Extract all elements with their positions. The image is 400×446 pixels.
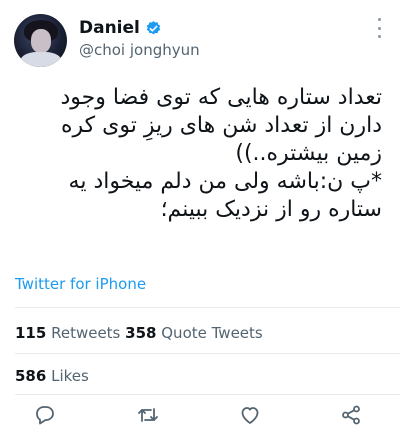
tweet-text: تعداد ستاره هایی که توی فضا وجود دارن از… bbox=[60, 85, 382, 222]
name-row[interactable]: Daniel bbox=[79, 18, 162, 38]
like-icon[interactable] bbox=[238, 403, 262, 427]
avatar-body bbox=[20, 52, 62, 67]
tweet-source-link[interactable]: Twitter for iPhone bbox=[15, 275, 146, 293]
share-icon[interactable] bbox=[339, 403, 363, 427]
quotes-count[interactable]: 358 bbox=[125, 324, 156, 342]
more-options-icon[interactable] bbox=[376, 18, 382, 38]
likes-label: Likes bbox=[51, 367, 89, 385]
retweets-count: 115 bbox=[15, 324, 47, 342]
verified-badge-icon bbox=[146, 20, 161, 34]
likes-stats[interactable]: 586 Likes bbox=[15, 367, 89, 385]
avatar[interactable] bbox=[14, 14, 67, 67]
likes-count: 586 bbox=[15, 367, 47, 385]
divider bbox=[15, 307, 400, 308]
retweet-stats[interactable]: 115 Retweets 358 Quote Tweets bbox=[15, 324, 263, 342]
divider bbox=[15, 353, 400, 354]
retweet-icon[interactable] bbox=[136, 403, 160, 427]
avatar-face bbox=[31, 29, 51, 53]
quotes-label[interactable]: Quote Tweets bbox=[161, 324, 262, 342]
action-bar bbox=[0, 395, 400, 435]
reply-icon[interactable] bbox=[33, 403, 57, 427]
retweets-label: Retweets bbox=[51, 324, 121, 342]
author-handle[interactable]: @choi jonghyun bbox=[79, 41, 200, 59]
tweet-header: Daniel @choi jonghyun bbox=[0, 0, 400, 80]
author-name[interactable]: Daniel bbox=[79, 18, 140, 38]
